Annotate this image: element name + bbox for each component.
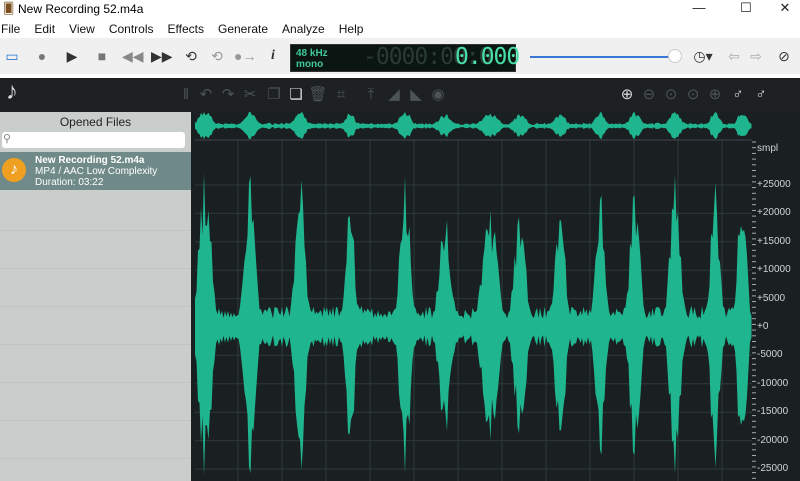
zoom-out-icon[interactable]: ⊖ <box>639 85 659 105</box>
paste-icon[interactable]: ❏ <box>286 85 306 105</box>
zoom-all-icon[interactable]: ⊕ <box>705 85 725 105</box>
menu-help[interactable]: Help <box>332 20 371 38</box>
title-bar: 🂠 New Recording 52.m4a — ☐ ✕ <box>0 0 800 18</box>
axis-tick-label: -5000 <box>757 349 783 360</box>
fade-in-icon[interactable]: ◢ <box>384 85 404 105</box>
axis-tick-label: -25000 <box>757 463 789 474</box>
music-note-icon: ♪ <box>6 78 18 105</box>
menu-edit[interactable]: Edit <box>27 20 62 38</box>
amplitude-axis <box>752 140 800 481</box>
axis-tick-label: +5000 <box>757 293 786 304</box>
channels: mono <box>296 59 324 70</box>
follow-cursor-icon[interactable]: ●→ <box>234 47 256 65</box>
divider <box>0 230 191 231</box>
vertical-zoom-out-icon[interactable]: ♂ <box>751 85 771 105</box>
fade-out-icon[interactable]: ◣ <box>406 85 426 105</box>
app-icon: 🂠 <box>3 3 15 15</box>
divider <box>0 306 191 307</box>
opened-files-panel: Opened Files ⚲ ♪ New Recording 52.m4a MP… <box>0 112 191 481</box>
divider <box>0 420 191 421</box>
file-duration: Duration: 03:22 <box>35 177 104 188</box>
rewind-button[interactable]: ◀◀ <box>122 47 144 65</box>
undo-icon[interactable]: ↶ <box>196 85 216 105</box>
sample-rate: 48 kHz <box>296 48 328 59</box>
zoom-fit-icon[interactable]: ⊙ <box>661 85 681 105</box>
time-value: 0.000 <box>455 44 520 70</box>
divider <box>0 382 191 383</box>
zoom-in-icon[interactable]: ⊕ <box>617 85 637 105</box>
grip-icon: ‖ <box>182 86 190 103</box>
menu-generate[interactable]: Generate <box>211 20 275 38</box>
menu-effects[interactable]: Effects <box>161 20 211 38</box>
play-button[interactable]: ▶ <box>62 47 82 65</box>
crop-icon[interactable]: ⌗ <box>331 85 351 105</box>
search-icon: ⚲ <box>3 133 12 145</box>
menu-controls[interactable]: Controls <box>102 20 161 38</box>
axis-unit: smpl <box>757 143 779 154</box>
redo-icon[interactable]: ↷ <box>218 85 238 105</box>
loop-icon[interactable]: ⟲ <box>181 47 201 65</box>
minimize-button[interactable]: — <box>684 0 714 16</box>
file-list-item[interactable]: ♪ New Recording 52.m4a MP4 / AAC Low Com… <box>0 152 191 190</box>
edit-toolbar: ♪ ‖ ↶ ↷ ✂ ❐ ❏ 🗑 ⌗ ⤒ ◢ ◣ ◉ ⊕ ⊖ ⊙ ⊙ ⊕ ♂ ♂ <box>0 78 800 112</box>
file-name: New Recording 52.m4a <box>35 155 145 166</box>
axis-tick-label: -10000 <box>757 378 789 389</box>
window-title: New Recording 52.m4a <box>18 2 144 16</box>
file-format: MP4 / AAC Low Complexity <box>35 166 158 177</box>
waveform-area[interactable] <box>191 112 800 481</box>
delete-icon[interactable]: 🗑 <box>308 85 328 105</box>
menu-view[interactable]: View <box>62 20 102 38</box>
forward-icon[interactable]: ⇨ <box>746 47 766 65</box>
axis-tick-label: +20000 <box>757 207 791 218</box>
divider <box>0 344 191 345</box>
close-button[interactable]: ✕ <box>770 0 800 16</box>
maximize-button[interactable]: ☐ <box>731 0 761 16</box>
back-icon[interactable]: ⇦ <box>724 47 744 65</box>
history-icon[interactable]: ◷▾ <box>690 47 716 65</box>
axis-tick-label: +15000 <box>757 236 791 247</box>
menu-file[interactable]: File <box>0 20 27 38</box>
volume-slider-thumb[interactable] <box>668 49 682 63</box>
divider <box>0 268 191 269</box>
record-button[interactable]: ● <box>32 47 52 65</box>
normalize-icon[interactable]: ⤒ <box>361 85 381 105</box>
info-icon[interactable]: i <box>263 47 283 65</box>
loop-add-icon[interactable]: ⟲ <box>207 47 227 65</box>
axis-tick-label: -15000 <box>757 406 789 417</box>
menu-analyze[interactable]: Analyze <box>275 20 332 38</box>
fast-forward-button[interactable]: ▶▶ <box>151 47 173 65</box>
selection-icon[interactable]: ▭ <box>2 47 22 65</box>
file-search-input[interactable]: ⚲ <box>2 132 185 148</box>
hide-icon[interactable]: ⊘ <box>774 47 794 65</box>
time-display: 48 kHz mono -0000:00:0 0.000 <box>290 44 520 72</box>
stop-button[interactable]: ■ <box>92 47 112 65</box>
copy-icon[interactable]: ❐ <box>264 85 284 105</box>
axis-tick-label: +25000 <box>757 179 791 190</box>
audio-file-icon: ♪ <box>2 158 26 182</box>
vertical-zoom-in-icon[interactable]: ♂ <box>728 85 748 105</box>
volume-slider[interactable] <box>530 56 676 58</box>
axis-tick-label: +10000 <box>757 264 791 275</box>
axis-tick-label: -20000 <box>757 435 789 446</box>
zoom-selection-icon[interactable]: ⊙ <box>683 85 703 105</box>
cut-icon[interactable]: ✂ <box>240 85 260 105</box>
effect-icon[interactable]: ◉ <box>428 85 448 105</box>
axis-tick-label: +0 <box>757 321 769 332</box>
panel-title: Opened Files <box>59 115 132 129</box>
divider <box>0 458 191 459</box>
menu-bar: File Edit View Controls Effects Generate… <box>0 20 370 38</box>
